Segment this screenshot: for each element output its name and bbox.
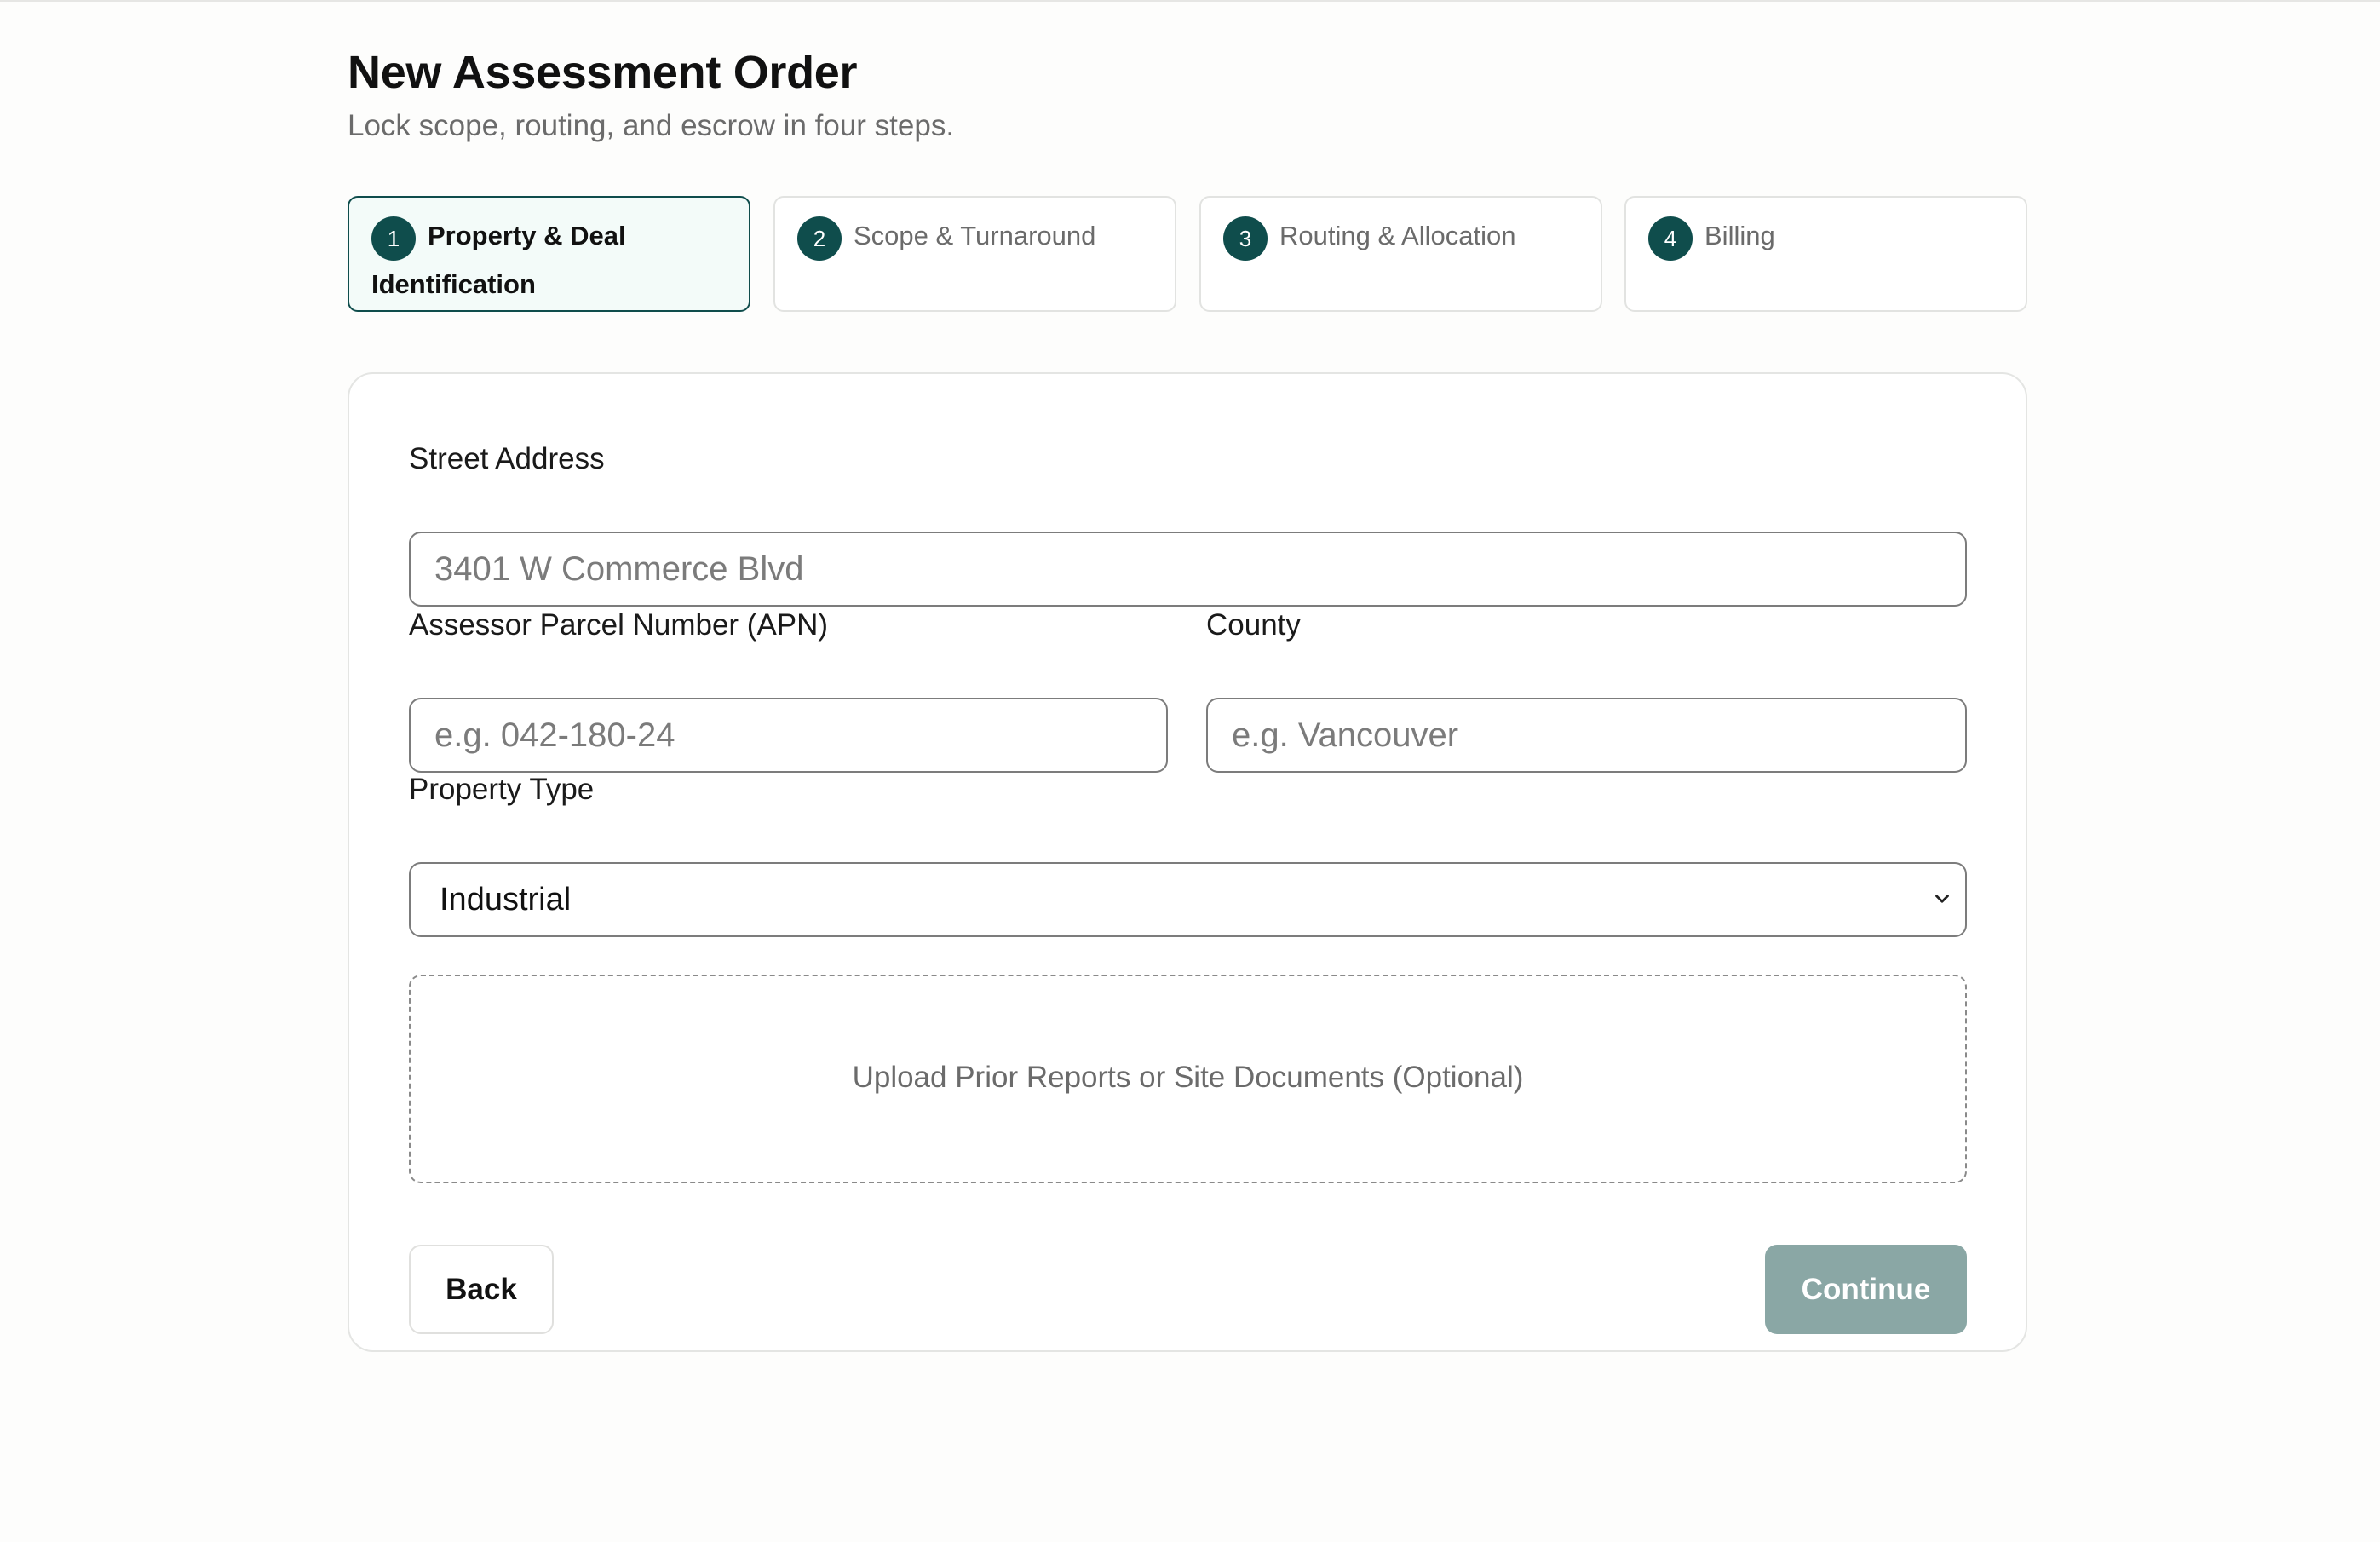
step-label: Routing & Allocation <box>1279 221 1516 250</box>
form-card: Street Address Assessor Parcel Number (A… <box>348 372 2027 1352</box>
back-button[interactable]: Back <box>409 1245 554 1334</box>
page-subtitle: Lock scope, routing, and escrow in four … <box>348 109 955 142</box>
property-type-label: Property Type <box>409 773 595 806</box>
continue-button[interactable]: Continue <box>1765 1245 1967 1334</box>
step-number-badge: 3 <box>1223 216 1268 261</box>
step-number-badge: 4 <box>1648 216 1693 261</box>
step-number-badge: 1 <box>371 216 416 261</box>
upload-dropzone-label: Upload Prior Reports or Site Documents (… <box>852 1061 1524 1094</box>
assessment-order-page: New Assessment Order Lock scope, routing… <box>348 44 2027 1352</box>
apn-input[interactable] <box>409 698 1168 773</box>
upload-dropzone[interactable]: Upload Prior Reports or Site Documents (… <box>409 975 1967 1183</box>
step-routing-allocation[interactable]: 3 Routing & Allocation <box>1199 196 1602 312</box>
step-scope-turnaround[interactable]: 2 Scope & Turnaround <box>773 196 1176 312</box>
county-label: County <box>1206 608 1301 642</box>
step-property-deal-identification[interactable]: 1 Property & Deal Identification <box>348 196 750 312</box>
county-input[interactable] <box>1206 698 1967 773</box>
top-divider <box>0 0 2380 2</box>
street-address-input[interactable] <box>409 532 1967 607</box>
step-label: Billing <box>1705 221 1775 250</box>
step-billing[interactable]: 4 Billing <box>1624 196 2027 312</box>
property-type-selected-value: Industrial <box>440 882 572 918</box>
stepper: 1 Property & Deal Identification 2 Scope &… <box>348 196 2027 312</box>
chevron-down-icon <box>1935 895 1949 903</box>
page-title: New Assessment Order <box>348 47 858 98</box>
step-label: Scope & Turnaround <box>854 221 1096 250</box>
property-type-select[interactable]: Industrial <box>409 862 1967 937</box>
apn-label: Assessor Parcel Number (APN) <box>409 608 829 642</box>
step-number-badge: 2 <box>797 216 842 261</box>
street-address-label: Street Address <box>409 442 605 475</box>
